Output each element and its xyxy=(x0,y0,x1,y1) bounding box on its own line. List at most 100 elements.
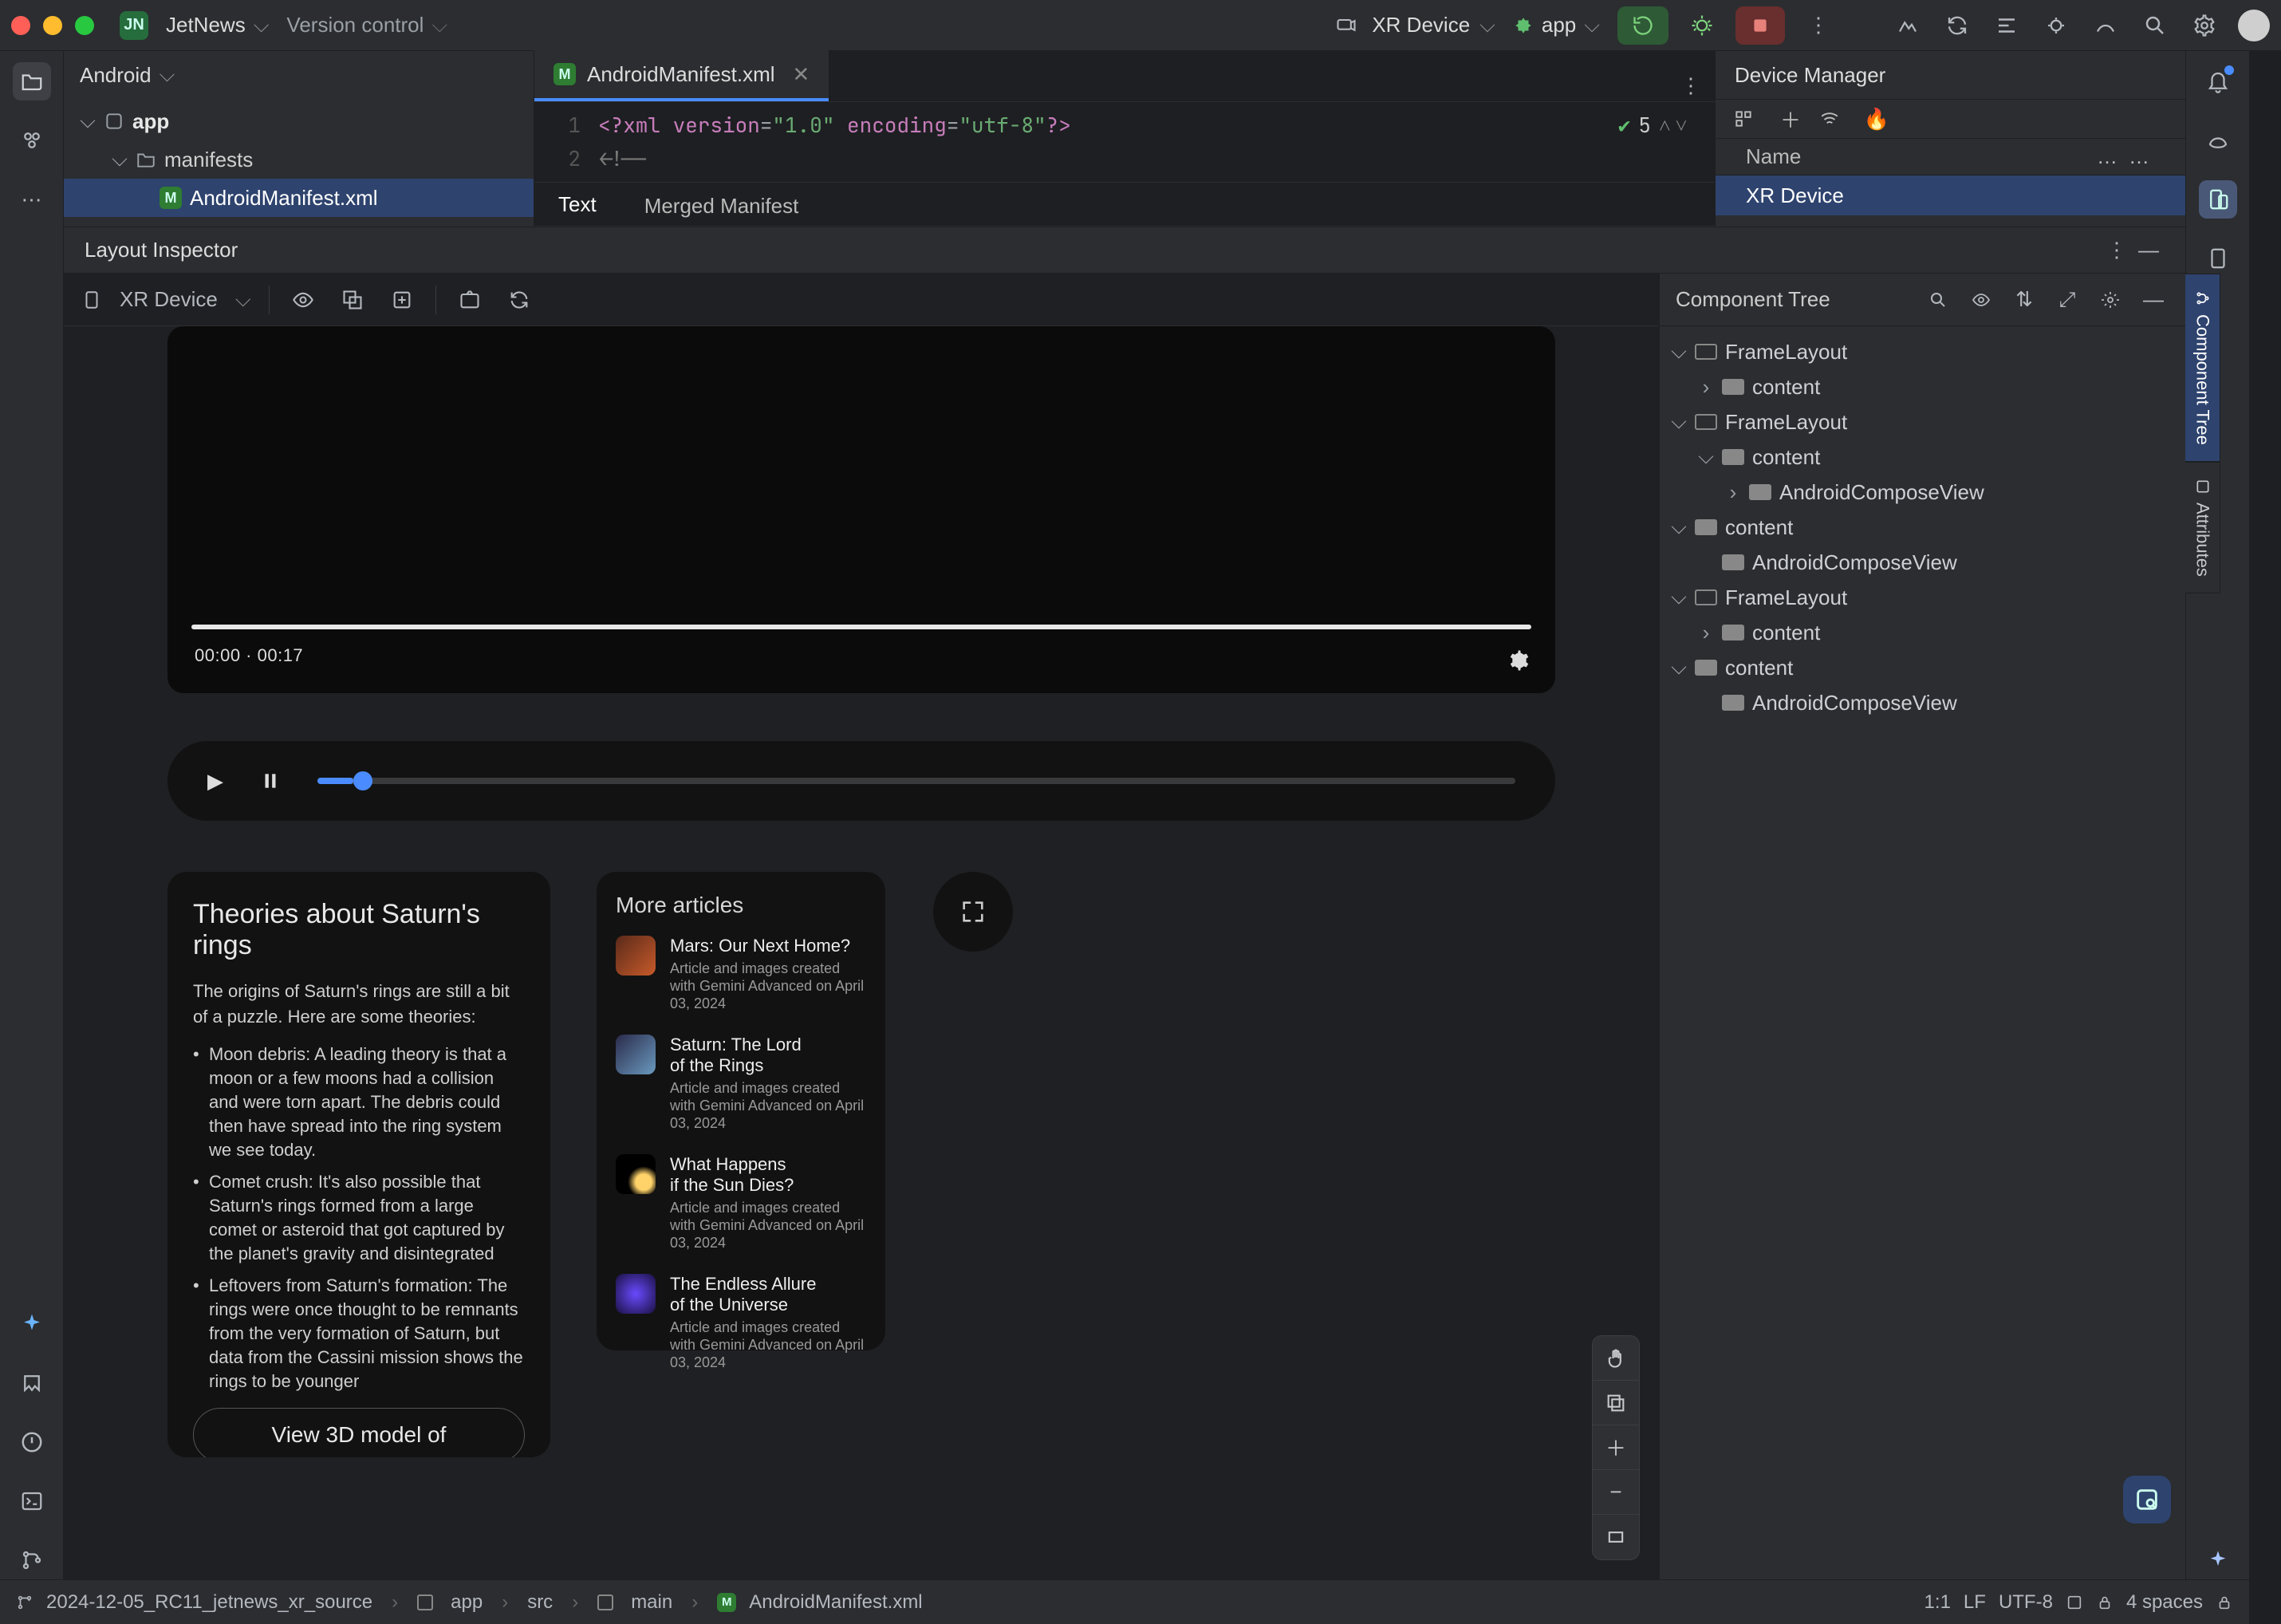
prev-highlight-icon[interactable]: ˄ xyxy=(1659,108,1671,142)
more-item[interactable]: Mars: Our Next Home?Article and images c… xyxy=(616,936,866,1012)
ct-search-icon[interactable] xyxy=(1922,284,1954,316)
tool-vcs-icon[interactable] xyxy=(13,1541,51,1579)
more-item[interactable]: The Endless Allureof the UniverseArticle… xyxy=(616,1274,866,1371)
caret-position[interactable]: 1:1 xyxy=(1924,1591,1951,1614)
chevron-down-icon[interactable]: ⌵ xyxy=(160,62,175,88)
file-encoding[interactable]: UTF-8 xyxy=(1999,1591,2053,1614)
run-config-selector[interactable]: app xyxy=(1542,13,1576,37)
ct-node[interactable]: ⌵content xyxy=(1660,510,2185,545)
close-tab-icon[interactable]: ✕ xyxy=(793,62,810,87)
gradle-icon[interactable] xyxy=(2199,121,2237,160)
line-ending[interactable]: LF xyxy=(1964,1591,1986,1614)
status-lock-icon[interactable] xyxy=(2216,1594,2233,1611)
code-format-icon[interactable] xyxy=(1991,10,2023,41)
readonly-icon[interactable] xyxy=(2066,1594,2083,1611)
ct-node[interactable]: ⌵FrameLayout xyxy=(1660,334,2185,369)
subtab-merged[interactable]: Merged Manifest xyxy=(620,183,823,231)
gemini-fab[interactable] xyxy=(2123,1476,2171,1523)
crumb-file[interactable]: AndroidManifest.xml xyxy=(749,1591,922,1614)
pair-device-icon[interactable] xyxy=(1733,108,1762,129)
device-selector[interactable]: XR Device xyxy=(1372,13,1470,37)
chevron-down-icon[interactable]: ⌵ xyxy=(431,13,447,38)
ct-node[interactable]: ›AndroidComposeView xyxy=(1660,475,2185,510)
tool-logcat-icon[interactable] xyxy=(13,1364,51,1402)
ai-sparkle-icon[interactable] xyxy=(2199,1541,2237,1579)
firebase-icon[interactable]: 🔥 xyxy=(1862,107,1891,132)
editor-tab-actions-icon[interactable]: ⋮ xyxy=(1675,69,1707,101)
stop-button[interactable] xyxy=(1735,6,1785,45)
tool-project-icon[interactable] xyxy=(13,62,51,101)
pause-icon[interactable] xyxy=(260,771,281,791)
window-minimize[interactable] xyxy=(43,16,62,35)
li-more-icon[interactable]: ⋮ xyxy=(2101,235,2133,266)
ct-node[interactable]: ⌵FrameLayout xyxy=(1660,404,2185,440)
device-manager-icon[interactable] xyxy=(2199,239,2237,278)
more-item[interactable]: What Happensif the Sun Dies?Article and … xyxy=(616,1154,866,1252)
video-progress-bar[interactable] xyxy=(191,625,1531,629)
add-device-icon[interactable]: ＋ xyxy=(1776,104,1805,134)
profiler-icon[interactable] xyxy=(1892,10,1924,41)
restart-button[interactable] xyxy=(1617,6,1668,45)
li-device-selector[interactable]: XR Device xyxy=(120,287,218,312)
window-close[interactable] xyxy=(11,16,30,35)
device-row-xr[interactable]: XR Device xyxy=(1716,175,2185,215)
inspection-count[interactable]: 5 xyxy=(1638,108,1651,142)
play-icon[interactable]: ▶ xyxy=(207,769,223,794)
app-quality-icon[interactable] xyxy=(2090,10,2121,41)
ct-minimize-icon[interactable]: — xyxy=(2137,284,2169,316)
side-tab-attributes[interactable]: Attributes xyxy=(2185,462,2220,593)
more-actions-icon[interactable]: ⋮ xyxy=(1802,10,1834,41)
code-line[interactable]: <!-- xyxy=(598,142,1539,175)
subtab-text[interactable]: Text xyxy=(534,183,620,231)
li-snapshot-icon[interactable] xyxy=(454,284,486,316)
preview-media-controls[interactable]: ▶ xyxy=(167,741,1555,821)
zoom-in-icon[interactable]: ＋ xyxy=(1593,1425,1639,1470)
ct-settings-icon[interactable] xyxy=(2094,284,2126,316)
tool-problems-icon[interactable] xyxy=(13,1423,51,1461)
ct-node[interactable]: ›content xyxy=(1660,615,2185,650)
ct-node[interactable]: ⌵content xyxy=(1660,440,2185,475)
tool-resource-manager-icon[interactable] xyxy=(13,121,51,160)
code-line[interactable]: <?xml version="1.0" encoding="utf-8"?> xyxy=(598,108,1539,142)
side-tab-component-tree[interactable]: Component Tree xyxy=(2185,274,2220,462)
menu-version-control[interactable]: Version control xyxy=(286,13,424,37)
inspect-icon[interactable] xyxy=(2040,10,2072,41)
tool-gemini-icon[interactable] xyxy=(13,1305,51,1343)
notifications-icon[interactable] xyxy=(2199,62,2237,101)
more-item[interactable]: Saturn: The Lordof the RingsArticle and … xyxy=(616,1035,866,1132)
crumb-main[interactable]: main xyxy=(631,1591,672,1614)
li-export-icon[interactable] xyxy=(386,284,418,316)
running-devices-icon[interactable] xyxy=(2199,180,2237,219)
project-name[interactable]: JetNews xyxy=(166,13,246,37)
ct-node[interactable]: ⌵FrameLayout xyxy=(1660,580,2185,615)
ct-node[interactable]: ›content xyxy=(1660,369,2185,404)
video-settings-icon[interactable] xyxy=(1507,648,1531,672)
crumb-src[interactable]: src xyxy=(527,1591,553,1614)
li-overlay-icon[interactable] xyxy=(337,284,368,316)
preview-article-card[interactable]: Theories about Saturn's rings The origin… xyxy=(167,872,550,1457)
tool-more-icon[interactable]: ⋯ xyxy=(13,180,51,219)
ct-collapse-icon[interactable]: ⤢ xyxy=(2051,284,2083,316)
preview-video-card[interactable]: 00:00 · 00:17 xyxy=(167,326,1555,693)
account-avatar[interactable] xyxy=(2238,10,2270,41)
ct-node[interactable]: ·AndroidComposeView xyxy=(1660,545,2185,580)
seek-slider[interactable] xyxy=(317,778,1515,784)
branch-name[interactable]: 2024-12-05_RC11_jetnews_xr_source xyxy=(46,1591,372,1614)
li-eye-icon[interactable] xyxy=(287,284,319,316)
ct-node[interactable]: ·AndroidComposeView xyxy=(1660,685,2185,720)
tree-node-manifests[interactable]: ⌵ manifests xyxy=(64,140,534,179)
chevron-down-icon[interactable]: ⌵ xyxy=(254,13,270,38)
chevron-down-icon[interactable]: ⌵ xyxy=(235,287,251,313)
wifi-icon[interactable] xyxy=(1819,108,1848,129)
lock-icon[interactable] xyxy=(2096,1594,2114,1611)
tree-node-manifest-file[interactable]: M AndroidManifest.xml xyxy=(64,179,534,217)
chevron-down-icon[interactable]: ⌵ xyxy=(1479,13,1495,38)
li-minimize-icon[interactable]: — xyxy=(2133,235,2165,266)
expand-fab[interactable] xyxy=(933,872,1013,952)
ct-eye-icon[interactable] xyxy=(1965,284,1997,316)
sync-gradle-icon[interactable] xyxy=(1941,10,1973,41)
indent-setting[interactable]: 4 spaces xyxy=(2126,1591,2203,1614)
tool-terminal-icon[interactable] xyxy=(13,1482,51,1520)
editor-tab-manifest[interactable]: M AndroidManifest.xml ✕ xyxy=(534,50,829,101)
chevron-down-icon[interactable]: ⌵ xyxy=(1584,13,1600,38)
